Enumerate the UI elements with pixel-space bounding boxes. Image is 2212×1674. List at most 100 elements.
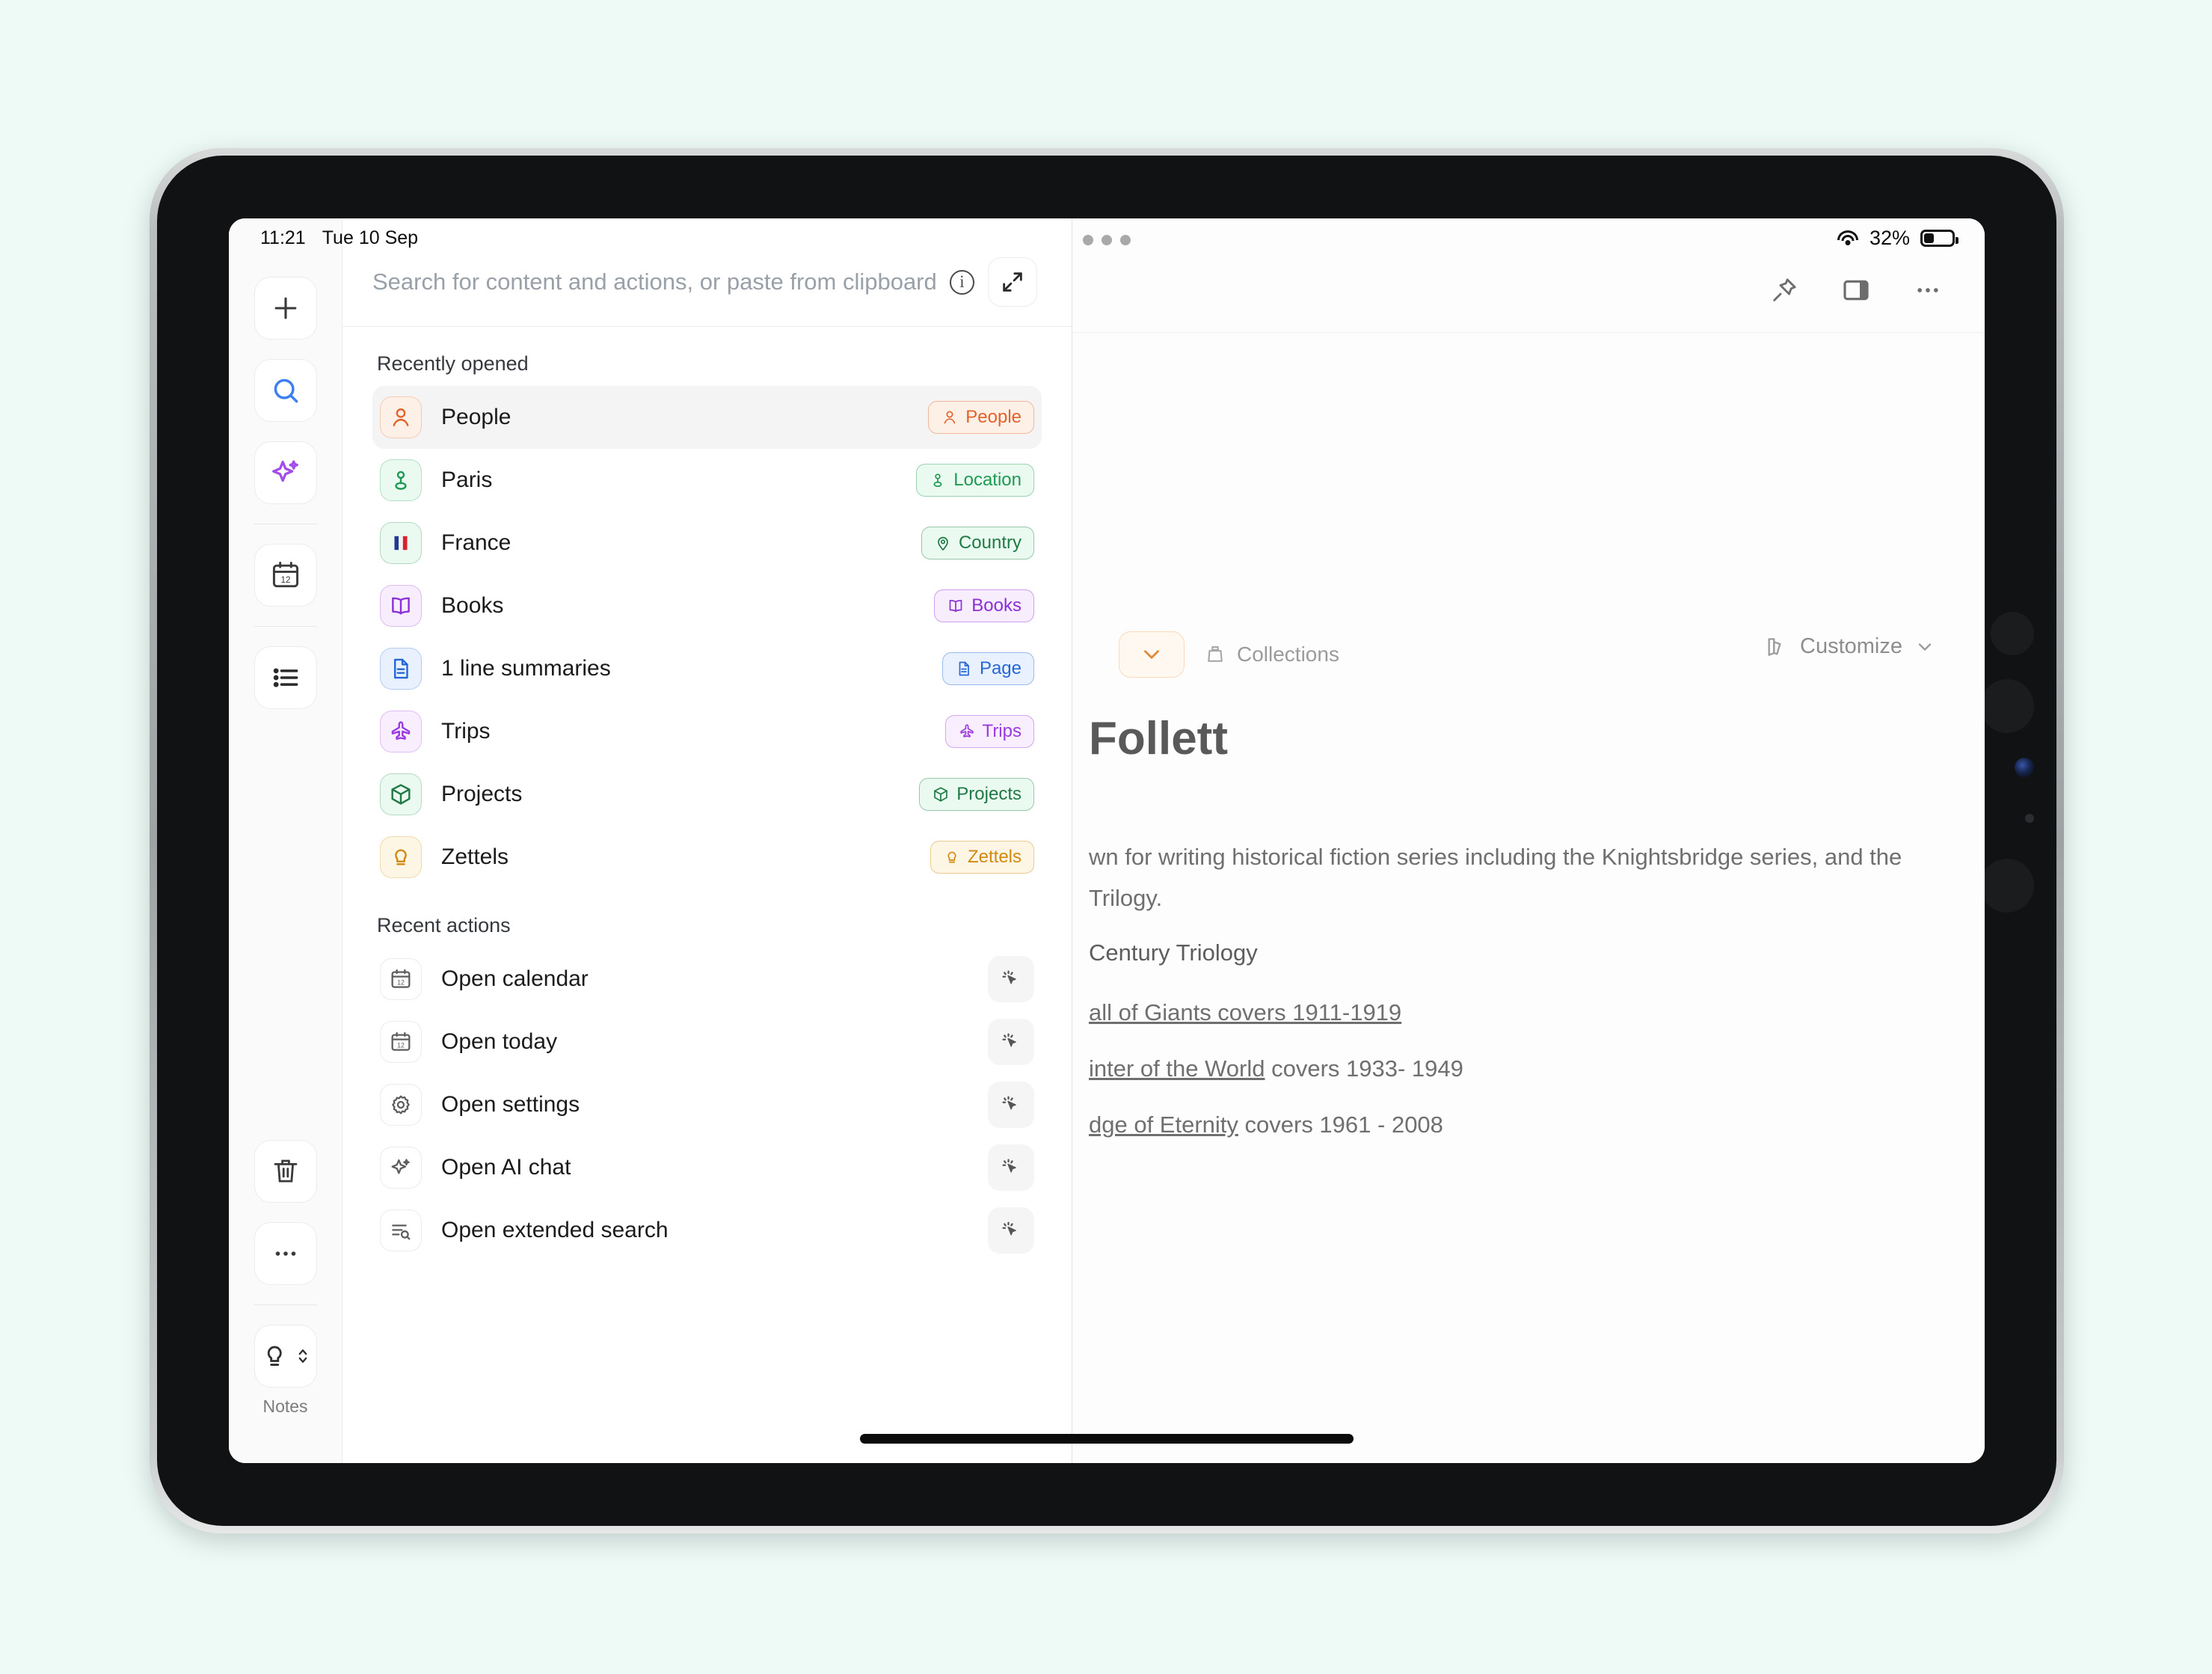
breadcrumb-label: Collections [1237, 643, 1339, 666]
list-item-label: Paris [441, 467, 493, 492]
camera-sensor [2025, 814, 2034, 823]
expand-diagonal-icon[interactable] [988, 257, 1037, 307]
person-icon [380, 396, 422, 438]
search-input[interactable] [372, 269, 936, 295]
customize-label: Customize [1800, 634, 1902, 658]
document-link-3[interactable]: dge of Eternity [1089, 1112, 1238, 1138]
recent-actions-list: 12 Open calendar 12 Open today Open sett… [372, 948, 1042, 1262]
search-input-wrap [372, 269, 936, 295]
rail-divider [254, 1304, 317, 1305]
list-item[interactable]: 1 line summaries Page [372, 637, 1042, 700]
calendar-12-icon: 12 [380, 958, 422, 1000]
drag-handle-dots-icon[interactable] [1083, 235, 1131, 245]
list-item[interactable]: Paris Location [372, 449, 1042, 512]
add-button[interactable] [254, 277, 317, 340]
customize-button[interactable]: Customize [1764, 634, 1935, 659]
camera-lens-2 [1980, 679, 2034, 733]
list-item[interactable]: Trips Trips [372, 700, 1042, 763]
camera-lens-3 [2015, 758, 2034, 777]
calendar-button[interactable]: 12 [254, 544, 317, 607]
space-switcher-button[interactable] [254, 1325, 317, 1388]
list-item-label: People [441, 405, 511, 429]
more-button[interactable] [254, 1222, 317, 1285]
lightbulb-icon [943, 848, 961, 866]
list-item-label: Open AI chat [441, 1155, 571, 1180]
ellipsis-icon[interactable] [1913, 275, 1943, 305]
status-badge-label: Page [979, 658, 1021, 678]
list-item-label: Open extended search [441, 1218, 669, 1242]
list-item[interactable]: Open AI chat [372, 1136, 1042, 1199]
status-badge[interactable]: Projects [919, 778, 1034, 811]
pin-icon[interactable] [1769, 275, 1799, 305]
list-item-label: France [441, 530, 511, 555]
status-badge-label: Trips [982, 721, 1021, 741]
status-badge-label: Projects [956, 784, 1021, 804]
status-badge[interactable]: Page [941, 652, 1034, 685]
chevron-down-icon [1914, 637, 1935, 657]
camera-lens-1 [1991, 612, 2034, 655]
document-icon [380, 648, 422, 690]
breadcrumb-collapse-button[interactable] [1119, 631, 1185, 678]
collections-icon [1204, 643, 1226, 666]
document-line-3-rest: covers 1961 - 2008 [1238, 1112, 1443, 1138]
rail-divider [254, 626, 317, 627]
ai-button[interactable] [254, 441, 317, 504]
list-item-label: Open calendar [441, 966, 589, 991]
document-line-1: all of Giants covers 1911-1919 [1089, 995, 1401, 1031]
list-item-label: Projects [441, 782, 523, 806]
list-item[interactable]: 12 Open today [372, 1011, 1042, 1073]
list-item-label: 1 line summaries [441, 656, 611, 681]
search-button[interactable] [254, 359, 317, 422]
list-item[interactable]: 12 Open calendar [372, 948, 1042, 1011]
list-item-label: Open today [441, 1029, 558, 1054]
person-icon [941, 408, 959, 426]
document-link-1[interactable]: all of Giants covers 1911-1919 [1089, 999, 1401, 1025]
map-pin-icon [929, 471, 947, 489]
page-title: Follett [1089, 713, 1228, 764]
airplane-icon [958, 723, 976, 741]
status-badge[interactable]: Country [921, 527, 1034, 559]
package-icon [380, 773, 422, 815]
flag-fr-icon [380, 522, 422, 564]
run-action-button[interactable] [988, 1144, 1034, 1191]
package-icon [932, 785, 950, 803]
status-badge[interactable]: Zettels [930, 841, 1034, 874]
list-button[interactable] [254, 646, 317, 709]
list-item[interactable]: Open settings [372, 1073, 1042, 1136]
list-item[interactable]: Projects Projects [372, 763, 1042, 826]
document-paragraph-2: Trilogy. [1089, 885, 1163, 911]
home-indicator[interactable] [860, 1434, 1354, 1444]
run-action-button[interactable] [988, 1207, 1034, 1254]
list-item[interactable]: France Country [372, 512, 1042, 574]
search-list-icon [380, 1209, 422, 1251]
side-panel-icon[interactable] [1841, 275, 1871, 305]
document-paragraph-1: wn for writing historical fiction series… [1089, 844, 1902, 870]
book-icon [947, 597, 965, 615]
document-link-2[interactable]: inter of the World [1089, 1055, 1265, 1082]
palette-icon [1764, 635, 1788, 659]
status-badge[interactable]: Trips [944, 715, 1034, 748]
breadcrumb-collections[interactable]: Collections [1204, 643, 1339, 666]
run-action-button[interactable] [988, 956, 1034, 1002]
search-panel: i Recently opened People People P [342, 218, 1072, 1463]
info-icon[interactable]: i [950, 269, 974, 295]
document-icon [955, 660, 973, 678]
breadcrumb: Collections [1119, 631, 1339, 678]
list-item[interactable]: People People [372, 386, 1042, 449]
run-action-button[interactable] [988, 1082, 1034, 1128]
status-badge-label: People [965, 407, 1021, 427]
book-icon [380, 585, 422, 627]
run-action-button[interactable] [988, 1019, 1034, 1065]
list-item[interactable]: Zettels Zettels [372, 826, 1042, 889]
lightbulb-icon [380, 836, 422, 878]
document-line-3: dge of Eternity covers 1961 - 2008 [1089, 1107, 1443, 1143]
list-item-label: Zettels [441, 844, 509, 869]
status-badge[interactable]: Books [934, 589, 1034, 622]
space-switcher-label: Notes [262, 1396, 308, 1416]
list-item[interactable]: Open extended search [372, 1199, 1042, 1262]
status-badge[interactable]: People [928, 401, 1034, 434]
status-badge[interactable]: Location [916, 464, 1034, 497]
trash-button[interactable] [254, 1140, 317, 1203]
list-item[interactable]: Books Books [372, 574, 1042, 637]
status-badge-label: Country [958, 533, 1021, 553]
